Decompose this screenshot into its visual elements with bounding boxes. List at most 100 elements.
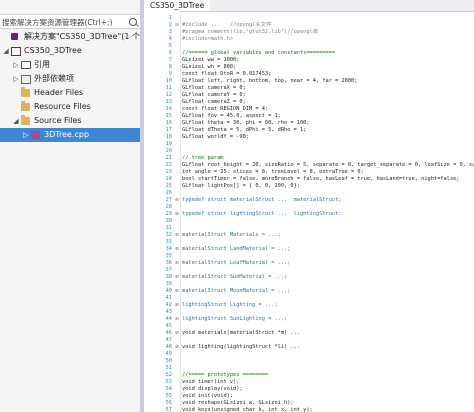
expand-region-icon[interactable]: ⊞ bbox=[174, 316, 180, 323]
expand-region-icon[interactable]: ⊞ bbox=[174, 211, 180, 218]
line-number: 14 bbox=[165, 106, 172, 112]
tree-item[interactable]: 解决方案"CS350_3DTree"(1 个项目) bbox=[0, 30, 140, 44]
tree-item-label: 引用 bbox=[34, 60, 50, 69]
code-line: void lighting(lightingStruct *li) ... bbox=[182, 344, 300, 350]
line-number: 47 bbox=[165, 337, 172, 343]
search-icon[interactable] bbox=[129, 18, 137, 26]
expand-region-icon[interactable]: ⊞ bbox=[174, 302, 180, 309]
cpp-file-icon bbox=[31, 131, 40, 139]
expand-region-icon[interactable]: ⊞ bbox=[174, 197, 180, 204]
line-number: 15 bbox=[165, 113, 172, 119]
code-line: GLsizei wh = 800; bbox=[182, 64, 237, 70]
search-input[interactable]: 搜索解决方案资源管理器(Ctrl+;) bbox=[0, 14, 140, 29]
expander-chevron-icon[interactable]: ▷ bbox=[12, 72, 20, 86]
code-line: const float REGION_DIM = 4; bbox=[182, 106, 269, 112]
code-line: void display(void); bbox=[182, 386, 243, 392]
tree-item[interactable]: ▷ 3DTree.cpp bbox=[0, 128, 140, 142]
code-line: #pragma comment(lib,"glut32.lib")//openg… bbox=[182, 29, 319, 35]
line-number: 57 bbox=[165, 407, 172, 412]
code-line: void materials(materialStruct *m) ... bbox=[182, 330, 300, 336]
expand-region-icon[interactable]: ⊞ bbox=[174, 246, 180, 253]
tree-item[interactable]: ▷ 引用 bbox=[0, 58, 140, 72]
tree-item-label: Header Files bbox=[34, 88, 84, 97]
tree-item[interactable]: Resource Files bbox=[0, 100, 140, 114]
expand-region-icon[interactable]: ⊞ bbox=[174, 260, 180, 267]
code-line: bool startTimer = false, moreBranch = fa… bbox=[182, 176, 460, 182]
line-number: 46 bbox=[165, 330, 172, 336]
code-line: void init(void); bbox=[182, 393, 234, 399]
expander-chevron-icon[interactable] bbox=[12, 100, 20, 114]
expander-chevron-icon[interactable]: ◢ bbox=[12, 114, 20, 128]
line-number: 45 bbox=[165, 323, 172, 329]
code-line: GLfloat lightPos[] = { 0, 0, 200, 0}; bbox=[182, 183, 300, 189]
code-line: GLfloat root_height = 20, sizeRatio = 5,… bbox=[182, 162, 474, 168]
line-number: 48 bbox=[165, 344, 172, 350]
code-line: materialStruct SunMaterial = ...; bbox=[182, 274, 288, 280]
expander-chevron-icon[interactable] bbox=[2, 30, 10, 44]
line-number: 25 bbox=[165, 183, 172, 189]
tree-item[interactable]: ▷ 外部依赖项 bbox=[0, 72, 140, 86]
folder-icon bbox=[21, 87, 30, 97]
expand-region-icon[interactable]: ⊞ bbox=[174, 330, 180, 337]
line-number: 35 bbox=[165, 253, 172, 259]
line-number: 6 bbox=[168, 50, 172, 56]
expander-chevron-icon[interactable]: ◢ bbox=[2, 44, 10, 58]
code-line: #include ... //opengl头文件 bbox=[182, 22, 272, 28]
line-number: 17 bbox=[165, 127, 172, 133]
code-line: // tree param bbox=[182, 155, 224, 161]
line-number: 27 bbox=[165, 197, 172, 203]
line-number: 52 bbox=[165, 372, 172, 378]
external-deps-icon bbox=[21, 75, 31, 84]
folder-icon bbox=[21, 101, 30, 111]
tab-cs350-3dtree[interactable]: CS350_3DTree bbox=[144, 0, 211, 11]
tree-item[interactable]: ◢ CS350_3DTree bbox=[0, 44, 140, 58]
line-number: 50 bbox=[165, 358, 172, 364]
line-number: 10 bbox=[165, 78, 172, 84]
line-number: 32 bbox=[165, 232, 172, 238]
code-line: GLfloat fov = 45.0, aspect = 1; bbox=[182, 113, 281, 119]
tree-item-label: 外部依赖项 bbox=[34, 74, 74, 83]
expander-chevron-icon[interactable]: ▷ bbox=[22, 128, 30, 142]
line-number: 49 bbox=[165, 351, 172, 357]
tree-item-label: 解决方案"CS350_3DTree"(1 个项目) bbox=[24, 32, 140, 41]
line-number: 34 bbox=[165, 246, 172, 252]
expand-region-icon[interactable]: ⊞ bbox=[174, 274, 180, 281]
code-line: materialStruct Materials = ...; bbox=[182, 232, 281, 238]
tree-item-label: Source Files bbox=[34, 116, 82, 125]
line-number: 16 bbox=[165, 120, 172, 126]
code-line: GLfloat theta = 30, phi = 60, rho = 100; bbox=[182, 120, 310, 126]
expander-chevron-icon[interactable] bbox=[12, 86, 20, 100]
expander-chevron-icon[interactable]: ▷ bbox=[12, 58, 20, 72]
tree-item[interactable]: Header Files bbox=[0, 86, 140, 100]
line-number: 8 bbox=[168, 64, 172, 70]
code-line: GLfloat left, right, bottom, top, near =… bbox=[182, 78, 358, 84]
code-line: GLfloat worldY = -90; bbox=[182, 134, 249, 140]
line-number: 13 bbox=[165, 99, 172, 105]
tree-item-label: 3DTree.cpp bbox=[44, 130, 90, 139]
code-line: GLsizei ww = 1000; bbox=[182, 57, 240, 63]
code-line: materialStruct LandMaterial = ...; bbox=[182, 246, 291, 252]
line-number: 56 bbox=[165, 400, 172, 406]
line-number: 53 bbox=[165, 379, 172, 385]
expand-region-icon[interactable]: ⊞ bbox=[174, 288, 180, 295]
line-number: 5 bbox=[168, 43, 172, 49]
line-number: 22 bbox=[165, 162, 172, 168]
line-number: 29 bbox=[165, 211, 172, 217]
line-number: 55 bbox=[165, 393, 172, 399]
code-editor[interactable]: CS350_3DTree 1 2 3 4 5 6 7 8 9 10 11 12 13 14 15 16 17 18… bbox=[144, 0, 474, 412]
line-number: 1 bbox=[168, 15, 172, 21]
code-text-area[interactable]: #include ... //opengl头文件 #pragma comment(… bbox=[182, 11, 474, 412]
tree-item[interactable]: ◢ Source Files bbox=[0, 114, 140, 128]
references-icon bbox=[21, 61, 31, 69]
code-line: materialStruct LeafMaterial = ...; bbox=[182, 260, 291, 266]
line-number: 54 bbox=[165, 386, 172, 392]
line-number: 24 bbox=[165, 176, 172, 182]
expand-region-icon[interactable]: ⊞ bbox=[174, 232, 180, 239]
line-number: 20 bbox=[165, 148, 172, 154]
code-line: GLfloat dTheta = 5, dPhi = 5, dRho = 1; bbox=[182, 127, 307, 133]
code-line: int angle = 25, slices = 8, treeLevel = … bbox=[182, 169, 364, 175]
line-number: 31 bbox=[165, 225, 172, 231]
line-number: 36 bbox=[165, 260, 172, 266]
expand-region-icon[interactable]: ⊞ bbox=[174, 344, 180, 351]
collapse-region-icon[interactable]: ⊟ bbox=[174, 22, 180, 29]
